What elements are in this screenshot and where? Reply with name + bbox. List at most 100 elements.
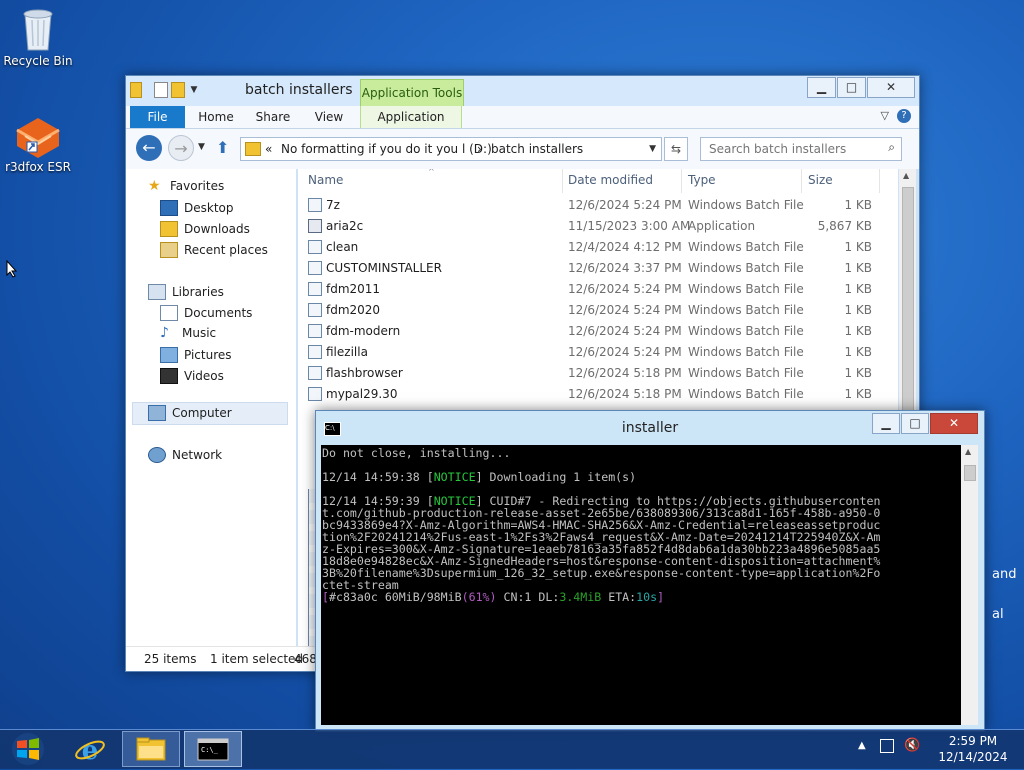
taskbar-console[interactable]: C:\_	[184, 731, 242, 767]
show-hidden-icons-button[interactable]: ▲	[858, 740, 866, 751]
file-type: Windows Batch File	[688, 345, 804, 359]
help-icon[interactable]: ?	[897, 109, 911, 123]
breadcrumb-separator[interactable]: ›	[477, 138, 482, 160]
batch-file-icon	[308, 240, 322, 254]
desktop-icon-recycle-bin[interactable]: Recycle Bin	[0, 6, 76, 68]
console-output[interactable]: Do not close, installing... 12/14 14:59:…	[321, 445, 961, 725]
taskbar-file-explorer[interactable]	[122, 731, 180, 767]
tab-home[interactable]: Home	[190, 106, 242, 128]
network-icon[interactable]	[880, 739, 894, 753]
recent-locations-icon[interactable]: ▼	[198, 142, 205, 152]
nav-favorites[interactable]: ★ Favorites	[148, 179, 224, 193]
column-header-name[interactable]: Name	[308, 173, 343, 187]
tab-share[interactable]: Share	[248, 106, 298, 128]
expand-ribbon-icon[interactable]: ▽	[881, 109, 889, 122]
nav-pictures[interactable]: Pictures	[160, 347, 232, 363]
column-header-size[interactable]: Size	[808, 173, 833, 187]
new-folder-icon[interactable]	[171, 82, 185, 98]
file-name: fdm-modern	[326, 324, 401, 338]
file-name: 7z	[326, 198, 340, 212]
console-line: 3B%20filename%3Dsupermium_126_32_setup.e…	[322, 566, 881, 580]
nav-videos[interactable]: Videos	[160, 368, 224, 384]
clock-time: 2:59 PM	[948, 734, 998, 748]
taskbar-internet-explorer[interactable]: e	[64, 731, 116, 767]
address-bar[interactable]: « No formatting if you do it you l (D:) …	[240, 137, 662, 161]
console-window[interactable]: C:\ installer ▁ □ ✕ Do not close, instal…	[315, 410, 985, 732]
explorer-titlebar[interactable]: ▼ batch installers Application Tools ▁ □…	[126, 76, 919, 107]
nav-desktop[interactable]: Desktop	[160, 200, 234, 216]
libraries-icon	[148, 284, 166, 300]
clock[interactable]: 2:59 PM 12/14/2024	[928, 733, 1018, 765]
scroll-up-icon[interactable]: ▲	[903, 171, 909, 180]
nav-network[interactable]: Network	[148, 447, 222, 463]
search-input[interactable]	[707, 138, 881, 160]
console-line: Do not close, installing...	[322, 446, 511, 460]
file-row[interactable]: mypal29.30 12/6/2024 5:18 PM Windows Batch…	[298, 384, 898, 405]
file-row[interactable]: 7z 12/6/2024 5:24 PM Windows Batch File 1 K…	[298, 195, 898, 216]
maximize-button[interactable]: □	[901, 413, 929, 434]
file-date: 12/6/2024 5:24 PM	[568, 282, 682, 296]
search-box[interactable]: ⌕	[700, 137, 902, 161]
breadcrumb-folder[interactable]: batch installers	[491, 138, 583, 160]
file-date: 12/6/2024 3:37 PM	[568, 261, 682, 275]
nav-computer[interactable]: Computer	[148, 405, 232, 421]
console-scrollbar[interactable]: ▲	[961, 445, 978, 725]
maximize-button[interactable]: □	[837, 77, 866, 98]
batch-file-icon	[308, 282, 322, 296]
properties-icon[interactable]	[154, 82, 168, 98]
forward-button[interactable]: →	[168, 135, 194, 161]
chevron-down-icon[interactable]: ▼	[188, 83, 200, 97]
minimize-button[interactable]: ▁	[872, 413, 900, 434]
desktop-icon-r3dfox[interactable]: r3dfox ESR	[0, 116, 76, 174]
window-title: batch installers	[245, 82, 353, 98]
star-icon: ★	[148, 178, 161, 194]
file-row[interactable]: filezilla 12/6/2024 5:24 PM Windows Batch …	[298, 342, 898, 363]
pictures-icon	[160, 347, 178, 363]
nav-music[interactable]: ♪ Music	[160, 326, 216, 340]
batch-file-icon	[308, 345, 322, 359]
scrollbar-thumb[interactable]	[964, 465, 976, 481]
batch-file-icon	[308, 387, 322, 401]
batch-file-icon	[308, 261, 322, 275]
file-row[interactable]: fdm-modern 12/6/2024 5:24 PM Windows Batch…	[298, 321, 898, 342]
up-button[interactable]: ⬆	[216, 138, 229, 157]
console-line: 12/14 14:59:38 [NOTICE] Downloading 1 it…	[322, 470, 637, 484]
desktop-icon	[160, 200, 178, 216]
volume-muted-icon[interactable]: 🔇	[904, 738, 920, 753]
batch-file-icon	[308, 366, 322, 380]
nav-recent-places[interactable]: Recent places	[160, 242, 268, 258]
nav-downloads[interactable]: Downloads	[160, 221, 250, 237]
tab-view[interactable]: View	[304, 106, 354, 128]
breadcrumb-drive[interactable]: No formatting if you do it you l (D:)	[281, 138, 492, 160]
file-type: Windows Batch File	[688, 387, 804, 401]
refresh-button[interactable]: ⇆	[664, 137, 688, 161]
chevron-down-icon[interactable]: ▼	[649, 138, 656, 160]
column-header-date[interactable]: Date modified	[568, 173, 653, 187]
scroll-up-icon[interactable]: ▲	[965, 447, 971, 456]
sort-ascending-icon: ^	[428, 169, 435, 176]
search-icon[interactable]: ⌕	[888, 140, 895, 155]
column-header-type[interactable]: Type	[688, 173, 716, 187]
desktop-text-fragment: and	[992, 567, 1017, 582]
back-button[interactable]: ←	[136, 135, 162, 161]
nav-documents[interactable]: Documents	[160, 305, 252, 321]
file-name: CUSTOMINSTALLER	[326, 261, 442, 275]
file-row[interactable]: fdm2011 12/6/2024 5:24 PM Windows Batch Fi…	[298, 279, 898, 300]
file-row[interactable]: fdm2020 12/6/2024 5:24 PM Windows Batch Fi…	[298, 300, 898, 321]
windows-logo-icon	[12, 733, 44, 765]
start-button[interactable]	[2, 731, 54, 767]
close-button[interactable]: ✕	[930, 413, 978, 434]
file-row[interactable]: aria2c 11/15/2023 3:00 AM Application 5,867…	[298, 216, 898, 237]
file-row[interactable]: CUSTOMINSTALLER 12/6/2024 3:37 PM Windows …	[298, 258, 898, 279]
close-button[interactable]: ✕	[867, 77, 915, 98]
minimize-button[interactable]: ▁	[807, 77, 836, 98]
tab-application[interactable]: Application	[360, 106, 462, 128]
window-controls: ▁ □ ✕	[871, 413, 978, 434]
mouse-cursor-icon	[6, 259, 18, 281]
tab-file[interactable]: File	[130, 106, 185, 128]
file-row[interactable]: clean 12/4/2024 4:12 PM Windows Batch File…	[298, 237, 898, 258]
file-row[interactable]: flashbrowser 12/6/2024 5:18 PM Windows Bat…	[298, 363, 898, 384]
nav-libraries[interactable]: Libraries	[148, 284, 224, 300]
breadcrumb-prefix[interactable]: «	[265, 138, 272, 160]
file-type: Windows Batch File	[688, 261, 804, 275]
